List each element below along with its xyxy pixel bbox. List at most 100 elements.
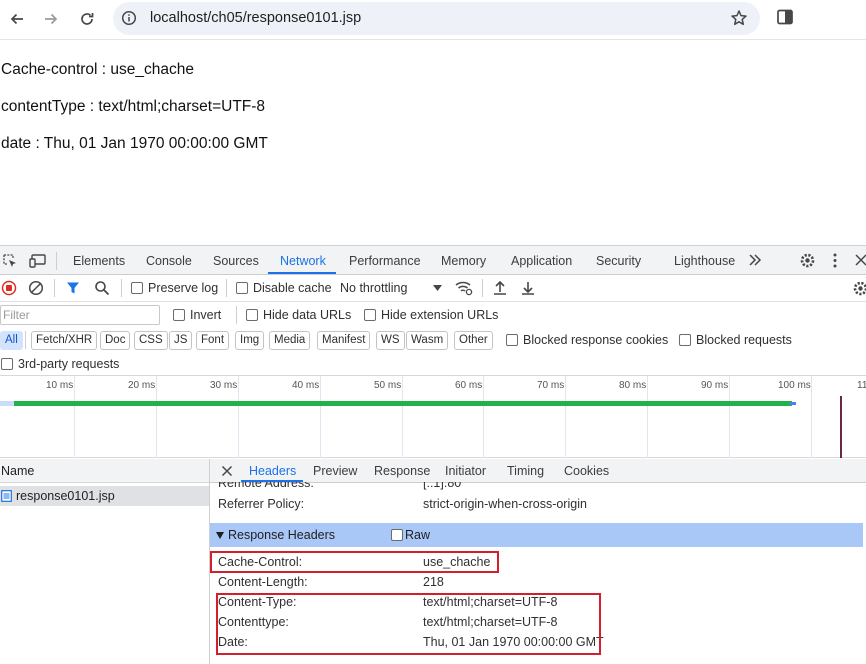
type-filter-font[interactable]: Font — [196, 331, 230, 350]
type-filter-wasm[interactable]: Wasm — [406, 331, 449, 350]
third-party-requests-checkbox[interactable]: 3rd-party requests — [1, 357, 119, 371]
active-tab-indicator — [268, 272, 336, 274]
header-value: 218 — [423, 575, 444, 589]
type-filter-manifest[interactable]: Manifest — [317, 331, 371, 350]
document-icon — [1, 490, 12, 502]
hide-extension-urls-checkbox[interactable]: Hide extension URLs — [364, 308, 498, 322]
tab-response[interactable]: Response — [374, 464, 430, 478]
settings-gear-icon[interactable] — [799, 252, 816, 272]
record-stop-icon[interactable] — [1, 280, 17, 299]
type-filter-doc[interactable]: Doc — [100, 331, 131, 350]
grid-line — [320, 376, 321, 458]
checkbox-icon — [506, 334, 518, 346]
grid-line — [483, 376, 484, 458]
tab-initiator[interactable]: Initiator — [445, 464, 486, 478]
type-filter-fetch-xhr[interactable]: Fetch/XHR — [31, 331, 98, 350]
checkbox-icon — [364, 309, 376, 321]
tab-elements[interactable]: Elements — [73, 254, 125, 268]
filter-input[interactable]: Filter — [0, 305, 160, 325]
preserve-log-checkbox[interactable]: Preserve log — [131, 281, 218, 295]
clear-icon[interactable] — [28, 280, 44, 299]
tab-security[interactable]: Security — [596, 254, 641, 268]
type-filter-js[interactable]: JS — [169, 331, 193, 350]
grid-line — [402, 376, 403, 458]
devtools-tab-bar: Elements Console Sources Network Perform… — [0, 246, 866, 275]
more-options-icon[interactable] — [831, 252, 839, 272]
network-conditions-icon[interactable] — [454, 279, 474, 300]
type-filter-img[interactable]: Img — [235, 331, 265, 350]
timeline-tick: 20 ms — [128, 380, 156, 391]
separator — [54, 279, 55, 297]
type-filter-css[interactable]: CSS — [134, 331, 168, 350]
blocked-requests-checkbox[interactable]: Blocked requests — [679, 333, 792, 347]
load-event-marker — [840, 396, 842, 458]
invert-checkbox[interactable]: Invert — [173, 308, 221, 322]
network-toolbar: Preserve log Disable cache No throttling — [0, 275, 866, 302]
content-type-line: contentType : text/html;charset=UTF-8 — [1, 98, 266, 115]
tab-application[interactable]: Application — [511, 254, 572, 268]
back-button[interactable] — [4, 6, 30, 32]
header-key: Content-Length: — [218, 575, 308, 589]
network-overview-timeline[interactable]: 10 ms 20 ms 30 ms 40 ms 50 ms 60 ms 70 m… — [0, 376, 866, 458]
grid-line — [647, 376, 648, 458]
checkbox-icon — [1, 358, 13, 370]
tab-cookies[interactable]: Cookies — [564, 464, 609, 478]
address-bar[interactable]: localhost/ch05/response0101.jsp — [113, 2, 760, 35]
tab-lighthouse[interactable]: Lighthouse — [674, 254, 735, 268]
name-column-header[interactable]: Name — [0, 459, 210, 483]
blocked-response-cookies-checkbox[interactable]: Blocked response cookies — [506, 333, 668, 347]
filter-funnel-icon[interactable] — [66, 281, 80, 298]
tab-performance[interactable]: Performance — [349, 254, 421, 268]
type-filter-row: All Fetch/XHR Doc CSS JS Font Img Media … — [0, 328, 866, 353]
request-content-bar — [790, 402, 796, 405]
separator — [226, 279, 227, 297]
type-filter-all[interactable]: All — [0, 331, 23, 350]
search-icon[interactable] — [94, 280, 110, 299]
grid-line — [238, 376, 239, 458]
raw-checkbox[interactable]: Raw — [391, 528, 430, 542]
grid-line — [729, 376, 730, 458]
request-row[interactable]: response0101.jsp — [0, 486, 210, 506]
hide-data-urls-checkbox[interactable]: Hide data URLs — [246, 308, 351, 322]
type-filter-media[interactable]: Media — [269, 331, 311, 350]
timeline-tick: 40 ms — [292, 380, 320, 391]
third-party-row: 3rd-party requests — [0, 353, 866, 376]
date-line: date : Thu, 01 Jan 1970 00:00:00 GMT — [1, 135, 268, 152]
filter-row: Filter Invert Hide data URLs Hide extens… — [0, 302, 866, 328]
type-filter-ws[interactable]: WS — [376, 331, 405, 350]
tab-headers[interactable]: Headers — [249, 464, 296, 478]
cache-control-line: Cache-control : use_chache — [1, 61, 195, 78]
tab-memory[interactable]: Memory — [441, 254, 486, 268]
header-value: [::1]:80 — [423, 482, 462, 490]
side-panel-button[interactable] — [775, 7, 795, 30]
response-headers-section[interactable]: Response Headers Raw — [210, 523, 863, 547]
device-toolbar-icon[interactable] — [29, 253, 47, 272]
reload-button[interactable] — [74, 6, 100, 32]
site-info-icon[interactable] — [121, 10, 137, 29]
inspect-element-icon[interactable] — [2, 253, 18, 272]
tab-timing[interactable]: Timing — [507, 464, 544, 478]
import-har-icon[interactable] — [492, 280, 508, 299]
tab-console[interactable]: Console — [146, 254, 192, 268]
separator — [56, 252, 57, 270]
request-download-bar — [14, 401, 792, 406]
network-settings-icon[interactable] — [852, 280, 866, 300]
section-toggle[interactable]: Response Headers — [216, 528, 335, 542]
request-name: response0101.jsp — [16, 489, 115, 503]
close-details-icon[interactable] — [221, 465, 233, 480]
type-filter-other[interactable]: Other — [454, 331, 493, 350]
timeline-tick: 80 ms — [619, 380, 647, 391]
export-har-icon[interactable] — [520, 280, 536, 299]
url-text[interactable]: localhost/ch05/response0101.jsp — [150, 10, 361, 26]
close-devtools-icon[interactable] — [854, 253, 866, 270]
forward-button[interactable] — [38, 6, 64, 32]
tab-sources[interactable]: Sources — [213, 254, 259, 268]
tab-preview[interactable]: Preview — [313, 464, 357, 478]
disable-cache-checkbox[interactable]: Disable cache — [236, 281, 332, 295]
more-tabs-icon[interactable] — [748, 253, 762, 270]
browser-toolbar: localhost/ch05/response0101.jsp — [0, 0, 866, 40]
timeline-tick: 10 ms — [46, 380, 74, 391]
throttling-select[interactable]: No throttling — [340, 281, 442, 295]
bookmark-star-icon[interactable] — [730, 9, 748, 30]
tab-network[interactable]: Network — [280, 254, 326, 268]
